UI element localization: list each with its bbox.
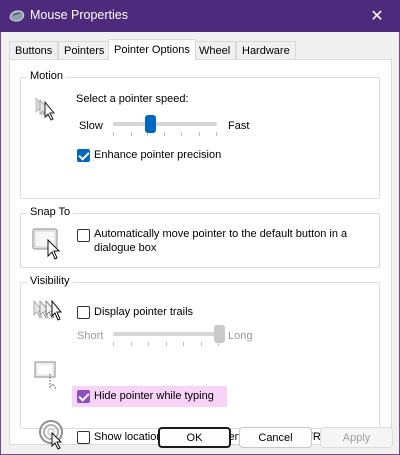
long-label: Long [228,330,253,342]
ok-button[interactable]: OK [158,427,231,448]
show-location-checkbox[interactable] [77,431,90,444]
hide-pointer-icon [34,361,57,390]
dialog-body: Buttons Pointers Pointer Options Wheel H… [0,32,400,455]
trail-tick [166,342,167,346]
pointer-speed-icon [35,96,56,121]
motion-legend: Motion [27,70,67,82]
fast-label: Fast [228,120,250,132]
hide-pointer-checkbox[interactable] [77,390,90,403]
apply-button[interactable]: Apply [320,427,393,448]
show-location-icon [39,420,63,450]
enhance-precision-label[interactable]: Enhance pointer precision [94,149,221,161]
tab-buttons[interactable]: Buttons [9,41,59,60]
close-button[interactable]: ✕ [354,0,400,32]
snap-to-button-icon [32,228,61,260]
trail-tick [131,342,132,346]
speed-tick [131,132,132,136]
speed-tick [164,132,165,136]
enhance-precision-checkbox[interactable] [77,149,90,162]
hide-pointer-label[interactable]: Hide pointer while typing [94,390,214,402]
visibility-group: Visibility Display pointer trails Short … [20,275,380,450]
window-title: Mouse Properties [30,8,128,22]
trail-tick [148,342,149,346]
close-icon: ✕ [370,8,384,25]
pointer-trails-checkbox[interactable] [77,306,90,319]
tab-pointer-options[interactable]: Pointer Options [108,39,196,61]
trail-tick [201,342,202,346]
speed-tick [199,132,200,136]
title-bar: Mouse Properties ✕ [0,0,400,32]
speed-tick [216,132,217,136]
speed-tick [181,132,182,136]
short-label: Short [77,330,104,342]
mouse-app-icon [9,10,25,22]
snap-to-legend: Snap To [27,206,74,218]
pointer-trails-label[interactable]: Display pointer trails [94,306,193,318]
tab-pointers[interactable]: Pointers [58,41,111,60]
cancel-button[interactable]: Cancel [239,427,312,448]
trail-length-slider-track[interactable] [113,332,219,336]
slow-label: Slow [79,120,103,132]
speed-label: Select a pointer speed: [76,93,189,105]
visibility-legend: Visibility [27,275,73,287]
speed-slider-track[interactable] [113,122,217,126]
trail-tick [183,342,184,346]
tab-wheel[interactable]: Wheel [193,41,237,60]
motion-group: Motion Select a pointer speed: Slow Fast… [20,70,380,199]
snap-to-group: Snap To Automatically move pointer to th… [20,206,380,268]
speed-tick [113,132,114,136]
pointer-options-panel: Motion Select a pointer speed: Slow Fast… [9,59,392,450]
trail-length-slider-thumb[interactable] [213,325,225,343]
snap-to-label-line1[interactable]: Automatically move pointer to the defaul… [94,228,347,240]
snap-to-label-line2[interactable]: dialogue box [94,242,156,254]
tab-hardware[interactable]: Hardware [236,41,296,60]
pointer-trails-icon [33,299,63,321]
snap-to-checkbox[interactable] [77,229,90,242]
speed-slider-thumb[interactable] [144,115,156,133]
trail-tick [113,342,114,346]
